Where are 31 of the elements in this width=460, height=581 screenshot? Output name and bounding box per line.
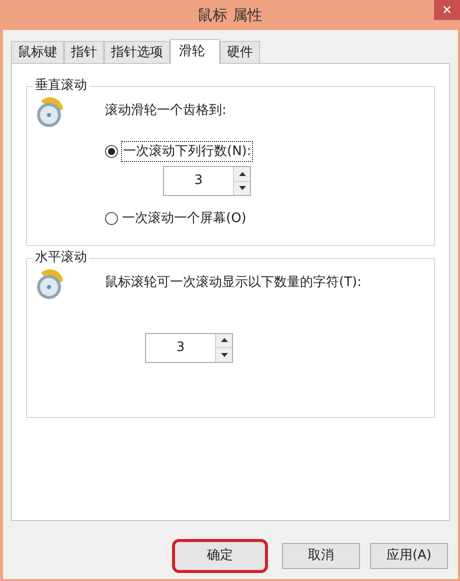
number-spinner[interactable]: 3 — [145, 332, 233, 362]
mouse-wheel-icon — [35, 97, 65, 129]
spin-down-button[interactable] — [216, 348, 232, 362]
tab[interactable]: 鼠标键 — [11, 41, 64, 63]
radio-option[interactable]: 一次滚动一个屏幕(O) — [105, 209, 254, 228]
close-button[interactable]: ✕ — [434, 0, 460, 20]
dialog-button[interactable]: 取消 — [282, 543, 360, 569]
number-spinner[interactable]: 3 — [163, 166, 251, 196]
radio-button[interactable] — [105, 144, 118, 158]
radio-button[interactable] — [105, 212, 118, 226]
prompt-text: 滚动滑轮一个齿格到: — [105, 102, 228, 120]
spin-up-button[interactable] — [216, 334, 232, 348]
prompt-text: 鼠标滚轮可一次滚动显示以下数量的字符(T): — [105, 274, 362, 292]
spin-up-button[interactable] — [234, 167, 250, 182]
group-title: 水平滚动 — [33, 250, 89, 266]
tab[interactable]: 滑轮 — [170, 39, 220, 64]
tab[interactable]: 硬件 — [220, 41, 260, 63]
down-arrow-icon — [220, 352, 228, 357]
up-arrow-icon — [238, 172, 246, 176]
spin-down-button[interactable] — [234, 182, 250, 195]
up-arrow-icon — [220, 338, 228, 342]
window-title: 鼠标 属性 — [198, 4, 262, 26]
spinner-value: 3 — [193, 172, 204, 190]
spinner-value: 3 — [175, 338, 186, 357]
mouse-wheel-icon — [35, 269, 65, 301]
tab[interactable]: 指针选项 — [104, 41, 170, 63]
group-title: 垂直滚动 — [33, 78, 89, 94]
dialog-button[interactable]: 应用(A) — [370, 543, 448, 569]
down-arrow-icon — [238, 186, 246, 190]
dialog-button[interactable]: 确定 — [172, 539, 268, 573]
tab[interactable]: 指针 — [64, 41, 104, 63]
